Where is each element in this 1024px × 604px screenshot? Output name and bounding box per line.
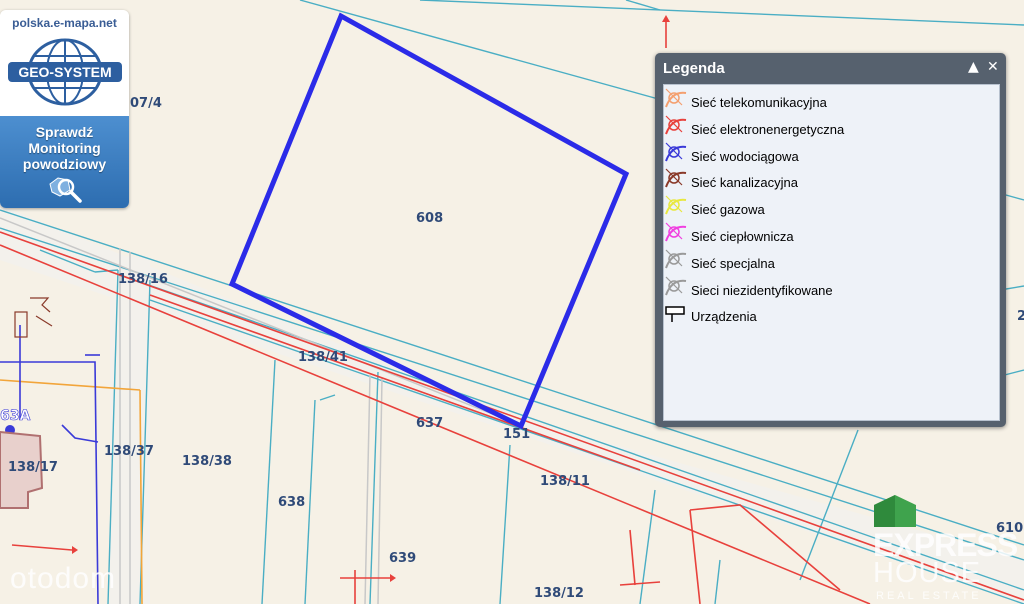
geo-system-panel: polska.e-mapa.net GEO-SYSTEM Sprawdź Mon… [0,10,129,208]
network-line-icon [665,88,687,108]
parcel-label-138-12: 138/12 [534,586,584,601]
parcel-label-608: 608 [416,211,443,226]
parcel-label-151: 151 [503,427,530,442]
parcel-label-edge: 2 [1017,309,1024,324]
network-line-icon [665,249,687,269]
legend-item: Sieci niezidentyfikowane [664,275,994,301]
legend-item-label: Sieć elektronenergetyczna [691,121,845,137]
legend-title: Legenda [663,60,725,77]
legend-item: Sieć telekomunikacyjna [664,87,994,113]
legend-item: Sieć wodociągowa [664,141,994,167]
magnifier-globe-icon [49,177,82,203]
network-line-icon [665,168,687,188]
site-link[interactable]: polska.e-mapa.net [0,16,129,30]
parcel-label-637: 637 [416,416,443,431]
parcel-label-138-17: 138/17 [8,460,58,475]
geo-system-header[interactable]: polska.e-mapa.net GEO-SYSTEM [0,10,129,116]
legend-item-label: Sieć telekomunikacyjna [691,95,827,110]
otodom-watermark: otodom [10,562,117,595]
legend-panel: Legenda ▲ ✕ Sieć telekomunikacyjna Sieć e… [655,53,1006,427]
parcel-label-07-4: 07/4 [130,96,162,111]
legend-item: Sieć ciepłownicza [664,221,994,247]
legend-item: Sieć elektronenergetyczna [664,114,994,140]
geo-system-globe-logo-icon: GEO-SYSTEM [8,38,122,106]
close-legend-button[interactable]: ✕ [987,59,999,75]
network-line-icon [665,115,687,135]
legend-list: Sieć telekomunikacyjna Sieć elektronenerg… [663,84,1000,421]
logo-text: GEO-SYSTEM [18,64,111,80]
parcel-label-138-16: 138/16 [118,272,168,287]
network-line-icon [665,195,687,215]
legend-item-label: Sieć ciepłownicza [691,229,794,244]
house-watermark: HOUSE [873,557,982,589]
collapse-legend-button[interactable]: ▲ [968,59,979,75]
legend-item-label: Sieć specjalna [691,255,775,271]
real-estate-watermark: REAL ESTATE [876,590,982,602]
legend-item-label: Sieć gazowa [691,202,765,218]
address-label: 63A [0,408,30,424]
legend-item-label: Urządzenia [691,309,757,325]
network-line-icon [665,142,687,161]
parcel-label-638: 638 [278,495,305,510]
parcel-label-639: 639 [389,551,416,566]
legend-item: Sieć gazowa [664,194,994,220]
legend-item: Urządzenia [664,301,994,327]
parcel-label-138-37: 138/37 [104,444,154,459]
flood-monitoring-label: Sprawdź Monitoring powodziowy [22,124,107,172]
parcel-label-138-11: 138/11 [540,474,590,489]
network-line-icon [665,276,687,295]
flood-monitoring-button[interactable]: Sprawdź Monitoring powodziowy [0,116,129,208]
network-line-icon [665,222,687,242]
legend-item-label: Sieć wodociągowa [691,148,799,164]
legend-item: Sieć specjalna [664,248,994,274]
parcel-label-138-38: 138/38 [182,454,232,469]
legend-item: Sieć kanalizacyjna [664,167,994,193]
legend-item-label: Sieci niezidentyfikowane [691,282,833,298]
legend-item-label: Sieć kanalizacyjna [691,175,798,191]
device-sign-icon [665,306,685,323]
parcel-label-138-41: 138/41 [298,350,348,365]
